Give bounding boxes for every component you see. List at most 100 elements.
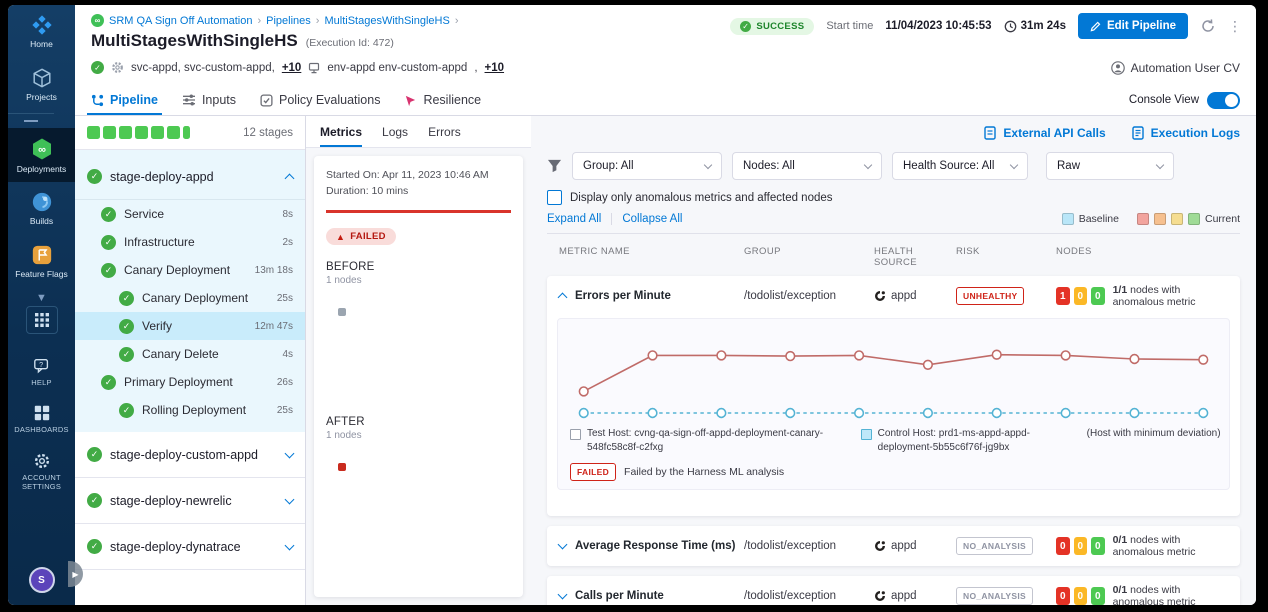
metric-row[interactable]: Average Response Time (ms)/todolist/exce…: [547, 526, 1240, 566]
stage-name: stage-deploy-newrelic: [110, 494, 232, 508]
sidebar-item-help[interactable]: ?HELP: [8, 348, 75, 396]
step-item-infrastructure[interactable]: ✓Infrastructure2s: [75, 228, 305, 256]
sidebar-item-account-settings[interactable]: ACCOUNT SETTINGS: [8, 443, 75, 499]
stage-item-stage-deploy-dynatrace[interactable]: ✓stage-deploy-dynatrace: [75, 524, 305, 570]
tab-pipeline[interactable]: Pipeline: [91, 85, 158, 115]
metric-timeseries-chart[interactable]: [570, 325, 1217, 425]
risk-badge: NO_ANALYSIS: [956, 537, 1033, 555]
expand-all-link[interactable]: Expand All: [547, 213, 601, 225]
step-item-canary-delete[interactable]: ✓Canary Delete4s: [75, 340, 305, 368]
svg-text:∞: ∞: [95, 16, 101, 25]
collapse-all-link[interactable]: Collapse All: [622, 213, 682, 225]
chevron-up-icon[interactable]: [558, 293, 568, 303]
health-source-name: appd: [891, 290, 917, 302]
services-more-link[interactable]: +10: [282, 62, 302, 74]
metric-row[interactable]: Errors per Minute/todolist/exceptionappd…: [547, 276, 1240, 316]
success-check-icon: ✓: [101, 235, 116, 250]
node-count-box: 0: [1074, 537, 1088, 555]
step-item-rolling-deployment[interactable]: ✓Rolling Deployment25s: [75, 396, 305, 424]
trigger-user[interactable]: Automation User CV: [1131, 61, 1240, 75]
filter-icon[interactable]: [547, 159, 562, 173]
metric-row-card: Errors per Minute/todolist/exceptionappd…: [547, 276, 1240, 516]
chevron-down-icon: [864, 160, 872, 168]
tab-resilience[interactable]: Resilience: [404, 85, 481, 115]
before-node-hexagon[interactable]: [326, 296, 358, 328]
warning-icon: ▲: [336, 232, 345, 242]
breadcrumb-project[interactable]: SRM QA Sign Off Automation: [109, 15, 252, 27]
sidebar-item-feature-flags[interactable]: Feature Flags: [8, 235, 75, 288]
step-item-canary-deployment[interactable]: ✓Canary Deployment13m 18s: [75, 256, 305, 284]
svg-text:∞: ∞: [38, 144, 46, 156]
step-item-primary-deployment[interactable]: ✓Primary Deployment26s: [75, 368, 305, 396]
external-api-calls-link[interactable]: External API Calls: [984, 126, 1105, 140]
success-check-icon: ✓: [101, 207, 116, 222]
metric-group: /todolist/exception: [744, 590, 874, 602]
tab-policy-evaluations[interactable]: Policy Evaluations: [260, 85, 380, 115]
duration-value: 31m 24s: [1021, 20, 1066, 32]
refresh-icon[interactable]: [1200, 18, 1216, 34]
deployments-icon: ∞: [30, 137, 54, 161]
baseline-label: Baseline: [1079, 213, 1119, 225]
success-check-icon: ✓: [101, 375, 116, 390]
metric-row[interactable]: Calls per Minute/todolist/exceptionappdN…: [547, 576, 1240, 605]
edit-pipeline-button[interactable]: Edit Pipeline: [1078, 13, 1188, 39]
chevron-down-icon[interactable]: [558, 540, 568, 550]
current-swatch: [1137, 213, 1149, 225]
control-host-legend: Control Host: prd1-ms-appd-appd-deployme…: [861, 427, 1081, 455]
stage-item-stage-deploy-appd[interactable]: ✓stage-deploy-appd: [75, 154, 305, 200]
after-node-hexagon[interactable]: [326, 451, 358, 483]
sidebar-item-builds[interactable]: Builds: [8, 182, 75, 235]
control-host-checkbox[interactable]: [861, 429, 872, 440]
grid-icon: [35, 313, 49, 327]
sidebar-item-projects[interactable]: Projects: [8, 58, 75, 111]
step-name: Canary Deployment: [124, 263, 247, 277]
start-time-label: Start time: [826, 20, 873, 32]
execution-logs-link[interactable]: Execution Logs: [1132, 126, 1240, 140]
filter-dropdown-group[interactable]: Group: All: [572, 152, 722, 180]
filter-value: Nodes: All: [743, 160, 795, 172]
anomalous-only-checkbox[interactable]: [547, 190, 562, 205]
console-view-toggle[interactable]: [1207, 92, 1240, 109]
filter-dropdown-nodes[interactable]: Nodes: All: [732, 152, 882, 180]
avatar[interactable]: S: [29, 567, 55, 593]
column-header-risk: RISK: [956, 246, 1056, 268]
console-view-label: Console View: [1129, 94, 1199, 106]
stage-progress-segment: [103, 126, 116, 139]
environment-icon: [308, 62, 320, 74]
filter-dropdown-raw[interactable]: Raw: [1046, 152, 1174, 180]
stage-progress-segment: [151, 126, 164, 139]
sidebar-item-deployments[interactable]: ∞Deployments: [8, 128, 75, 183]
stage-item-stage-deploy-newrelic[interactable]: ✓stage-deploy-newrelic: [75, 478, 305, 524]
gear-icon: [33, 452, 51, 470]
sidebar-item-home[interactable]: Home: [8, 5, 75, 58]
success-check-icon: ✓: [101, 263, 116, 278]
stage-item-stage-deploy-custom-appd[interactable]: ✓stage-deploy-custom-appd: [75, 432, 305, 478]
services-list: svc-appd, svc-custom-appd,: [131, 62, 275, 74]
nodes-summary: 0/1 nodes with anomalous metric: [1113, 584, 1228, 605]
more-options-icon[interactable]: ⋮: [1228, 18, 1242, 35]
sidebar-item-dashboards[interactable]: DASHBOARDS: [8, 395, 75, 443]
builds-icon: [31, 191, 53, 213]
module-picker-button[interactable]: [26, 306, 58, 334]
verify-tab-errors[interactable]: Errors: [428, 116, 461, 147]
chevron-down-icon: [704, 160, 712, 168]
test-host-checkbox[interactable]: [570, 429, 581, 440]
breadcrumb-pipeline-name[interactable]: MultiStagesWithSingleHS: [324, 15, 449, 27]
step-item-canary-deployment[interactable]: ✓Canary Deployment25s: [75, 284, 305, 312]
sidebar-item-label: Feature Flags: [15, 270, 67, 280]
tab-inputs[interactable]: Inputs: [182, 85, 236, 115]
nav-scroll-chevron-icon[interactable]: ▼: [36, 292, 47, 304]
verify-tab-metrics[interactable]: Metrics: [320, 116, 362, 147]
environments-more-link[interactable]: +10: [485, 62, 505, 74]
verify-tab-logs[interactable]: Logs: [382, 116, 408, 147]
chevron-down-icon[interactable]: [558, 590, 568, 600]
tab-label: Pipeline: [110, 93, 158, 107]
stage-progress-segment: [87, 126, 100, 139]
step-item-verify[interactable]: ✓Verify12m 47s: [75, 312, 305, 340]
breadcrumb-pipelines[interactable]: Pipelines: [266, 15, 311, 27]
sidebar-item-label: DASHBOARDS: [14, 426, 69, 435]
baseline-swatch: [1062, 213, 1074, 225]
filter-dropdown-health-source[interactable]: Health Source: All: [892, 152, 1028, 180]
step-item-service[interactable]: ✓Service8s: [75, 200, 305, 228]
started-on: Started On: Apr 11, 2023 10:46 AM: [326, 168, 511, 184]
